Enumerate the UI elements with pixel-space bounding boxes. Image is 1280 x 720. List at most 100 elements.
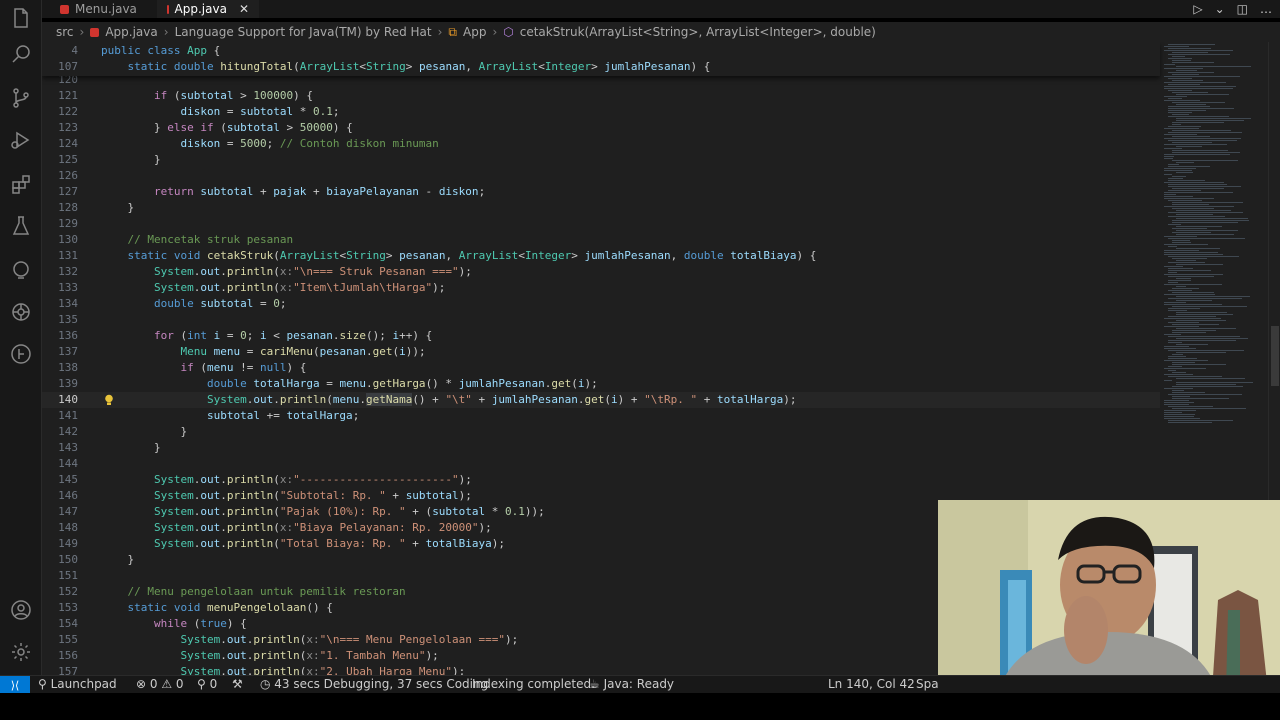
code-line[interactable]: 139 double totalHarga = menu.getHarga() … — [42, 376, 1160, 392]
code-line[interactable]: 134 double subtotal = 0; — [42, 296, 1160, 312]
line-number: 129 — [58, 217, 78, 230]
code-text[interactable]: if (menu != null) { — [101, 360, 306, 376]
source-control-icon[interactable] — [9, 86, 33, 110]
code-text[interactable]: static double hitungTotal(ArrayList<Stri… — [101, 59, 711, 75]
code-text[interactable]: Menu menu = cariMenu(pesanan.get(i)); — [101, 344, 425, 360]
code-line[interactable]: 133 System.out.println(x:"Item\tJumlah\t… — [42, 280, 1160, 296]
code-line[interactable]: 132 System.out.println(x:"\n=== Struk Pe… — [42, 264, 1160, 280]
explorer-icon[interactable] — [9, 6, 33, 30]
lightbulb-icon[interactable] — [104, 394, 114, 406]
code-text[interactable]: } — [101, 440, 161, 456]
code-text[interactable]: diskon = 5000; // Contoh diskon minuman — [101, 136, 438, 152]
code-line[interactable]: 142 } — [42, 424, 1160, 440]
code-text[interactable]: double totalHarga = menu.getHarga() * ju… — [101, 376, 598, 392]
tools-icon[interactable]: ⚒ — [232, 676, 243, 694]
code-text[interactable]: if (subtotal > 100000) { — [101, 88, 313, 104]
code-text[interactable]: double subtotal = 0; — [101, 296, 286, 312]
code-line[interactable]: 124 diskon = 5000; // Contoh diskon minu… — [42, 136, 1160, 152]
code-text[interactable]: for (int i = 0; i < pesanan.size(); i++)… — [101, 328, 432, 344]
code-text[interactable]: System.out.println(x:"2. Ubah Harga Menu… — [101, 664, 465, 675]
code-line[interactable]: 122 diskon = subtotal * 0.1; — [42, 104, 1160, 120]
code-text[interactable]: subtotal += totalHarga; — [101, 408, 359, 424]
code-text[interactable]: return subtotal + pajak + biayaPelayanan… — [101, 184, 485, 200]
remote-explorer-icon[interactable] — [9, 258, 33, 282]
sticky-line[interactable]: 4 public class App { — [42, 43, 1160, 59]
account-icon[interactable] — [9, 598, 33, 622]
code-line[interactable]: 140 System.out.println(menu.getNama() + … — [42, 392, 1160, 408]
code-line[interactable]: 135 — [42, 312, 1160, 328]
indentation-status[interactable]: Spa — [916, 676, 939, 694]
run-icon[interactable]: ▷ — [1193, 2, 1202, 16]
java-status[interactable]: ☕ Java: Ready — [589, 676, 674, 694]
code-text[interactable]: } else if (subtotal > 50000) { — [101, 120, 353, 136]
code-text[interactable]: System.out.println(x:"\n=== Menu Pengelo… — [101, 632, 518, 648]
code-text[interactable]: System.out.println(x:"Item\tJumlah\tHarg… — [101, 280, 445, 296]
code-text[interactable]: // Mencetak struk pesanan — [101, 232, 294, 248]
remote-indicator-icon[interactable]: ⟩⟨ — [0, 676, 30, 694]
code-line[interactable]: 130 // Mencetak struk pesanan — [42, 232, 1160, 248]
code-line[interactable]: 123 } else if (subtotal > 50000) { — [42, 120, 1160, 136]
breadcrumb-item[interactable]: App — [463, 25, 486, 39]
split-editor-icon[interactable]: ◫ — [1237, 2, 1248, 16]
wakatime-item[interactable]: ◷ 43 secs Debugging, 37 secs Coding — [260, 676, 488, 694]
tab-menu-java[interactable]: Menu.java — [50, 0, 160, 18]
code-text[interactable]: public class App { — [101, 43, 220, 59]
code-text[interactable]: } — [101, 552, 134, 568]
code-line[interactable]: 137 Menu menu = cariMenu(pesanan.get(i))… — [42, 344, 1160, 360]
code-line[interactable]: 131 static void cetakStruk(ArrayList<Str… — [42, 248, 1160, 264]
code-text[interactable]: } — [101, 200, 134, 216]
extensions-icon[interactable] — [9, 172, 33, 196]
breadcrumb-item[interactable]: Language Support for Java(TM) by Red Hat — [175, 25, 432, 39]
scrollbar-thumb[interactable] — [1271, 326, 1279, 386]
code-line[interactable]: 125 } — [42, 152, 1160, 168]
close-icon[interactable]: ✕ — [239, 2, 249, 16]
testing-icon[interactable] — [9, 214, 33, 238]
code-text[interactable]: System.out.println("Pajak (10%): Rp. " +… — [101, 504, 545, 520]
code-text[interactable]: } — [101, 424, 187, 440]
gitlens-icon[interactable] — [9, 342, 33, 366]
minimap-stroke — [1172, 122, 1224, 123]
run-debug-icon[interactable] — [9, 128, 33, 152]
cursor-position[interactable]: Ln 140, Col 42 — [828, 676, 915, 694]
code-line[interactable]: 145 System.out.println(x:"--------------… — [42, 472, 1160, 488]
minimap-stroke — [1172, 60, 1191, 61]
code-line[interactable]: 144 — [42, 456, 1160, 472]
code-text[interactable]: // Menu pengelolaan untuk pemilik restor… — [101, 584, 406, 600]
chevron-down-icon[interactable]: ⌄ — [1215, 2, 1225, 16]
code-text[interactable]: System.out.println("Total Biaya: Rp. " +… — [101, 536, 505, 552]
settings-gear-icon[interactable] — [9, 640, 33, 664]
kubernetes-icon[interactable] — [9, 300, 33, 324]
code-line[interactable]: 126 — [42, 168, 1160, 184]
code-line[interactable]: 127 return subtotal + pajak + biayaPelay… — [42, 184, 1160, 200]
code-line[interactable]: 121 if (subtotal > 100000) { — [42, 88, 1160, 104]
code-text[interactable]: System.out.println("Subtotal: Rp. " + su… — [101, 488, 472, 504]
code-line[interactable]: 138 if (menu != null) { — [42, 360, 1160, 376]
breadcrumb-item[interactable]: App.java — [105, 25, 157, 39]
code-line[interactable]: 128 } — [42, 200, 1160, 216]
problems-indicator[interactable]: ⊗ 0 ⚠ 0 — [136, 676, 184, 694]
breadcrumb-item[interactable]: src — [56, 25, 74, 39]
code-line[interactable]: 141 subtotal += totalHarga; — [42, 408, 1160, 424]
code-text[interactable]: diskon = subtotal * 0.1; — [101, 104, 339, 120]
code-text[interactable]: System.out.println(menu.getNama() + "\t"… — [101, 392, 797, 408]
code-text[interactable]: while (true) { — [101, 616, 247, 632]
code-text[interactable]: static void cetakStruk(ArrayList<String>… — [101, 248, 817, 264]
code-line[interactable]: 136 for (int i = 0; i < pesanan.size(); … — [42, 328, 1160, 344]
code-text[interactable]: System.out.println(x:"------------------… — [101, 472, 472, 488]
sticky-scroll[interactable]: 4 public class App {107 static double hit… — [42, 42, 1160, 76]
ports-indicator[interactable]: ⚲ 0 — [197, 676, 217, 694]
search-icon[interactable] — [9, 42, 33, 66]
code-text[interactable]: System.out.println(x:"\n=== Struk Pesana… — [101, 264, 472, 280]
launchpad-item[interactable]: ⚲ Launchpad — [38, 676, 117, 694]
breadcrumb-item[interactable]: cetakStruk(ArrayList<String>, ArrayList<… — [520, 25, 876, 39]
code-line[interactable]: 129 — [42, 216, 1160, 232]
code-text[interactable]: System.out.println(x:"1. Tambah Menu"); — [101, 648, 438, 664]
code-text[interactable]: } — [101, 152, 161, 168]
code-text[interactable]: static void menuPengelolaan() { — [101, 600, 333, 616]
tab-app-java[interactable]: App.java ✕ — [157, 0, 259, 18]
code-text[interactable]: System.out.println(x:"Biaya Pelayanan: R… — [101, 520, 492, 536]
more-icon[interactable]: … — [1260, 2, 1272, 16]
sticky-line[interactable]: 107 static double hitungTotal(ArrayList<… — [42, 59, 1160, 75]
code-line[interactable]: 143 } — [42, 440, 1160, 456]
minimap-stroke — [1176, 378, 1245, 379]
